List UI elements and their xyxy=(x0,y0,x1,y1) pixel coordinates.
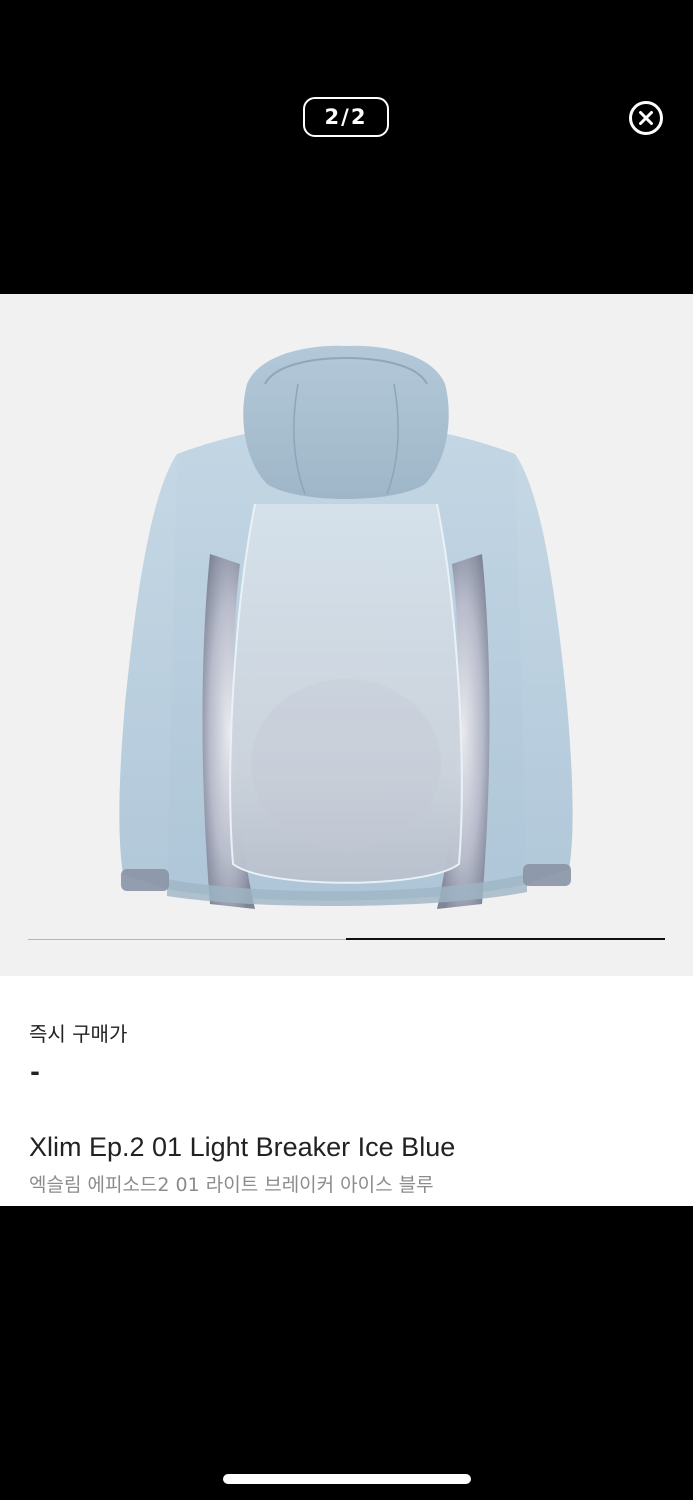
product-name: Xlim Ep.2 01 Light Breaker Ice Blue xyxy=(29,1132,456,1162)
close-icon xyxy=(628,100,664,136)
instant-buy-price-label: 즉시 구매가 xyxy=(29,1022,128,1046)
product-image xyxy=(119,345,573,909)
home-indicator[interactable] xyxy=(223,1474,471,1484)
product-image-carousel[interactable] xyxy=(0,294,693,976)
page-indicator: 2/2 xyxy=(303,97,389,137)
viewer-header: 2/2 xyxy=(0,0,693,294)
viewer-footer xyxy=(0,1206,693,1500)
product-name-korean: 엑슬림 에피소드2 01 라이트 브레이커 아이스 블루 xyxy=(29,1174,434,1196)
carousel-progress-fill xyxy=(346,938,665,940)
close-button[interactable] xyxy=(628,100,664,136)
instant-buy-price-value: - xyxy=(30,1058,40,1086)
product-info: 즉시 구매가 - Xlim Ep.2 01 Light Breaker Ice … xyxy=(0,976,693,1206)
